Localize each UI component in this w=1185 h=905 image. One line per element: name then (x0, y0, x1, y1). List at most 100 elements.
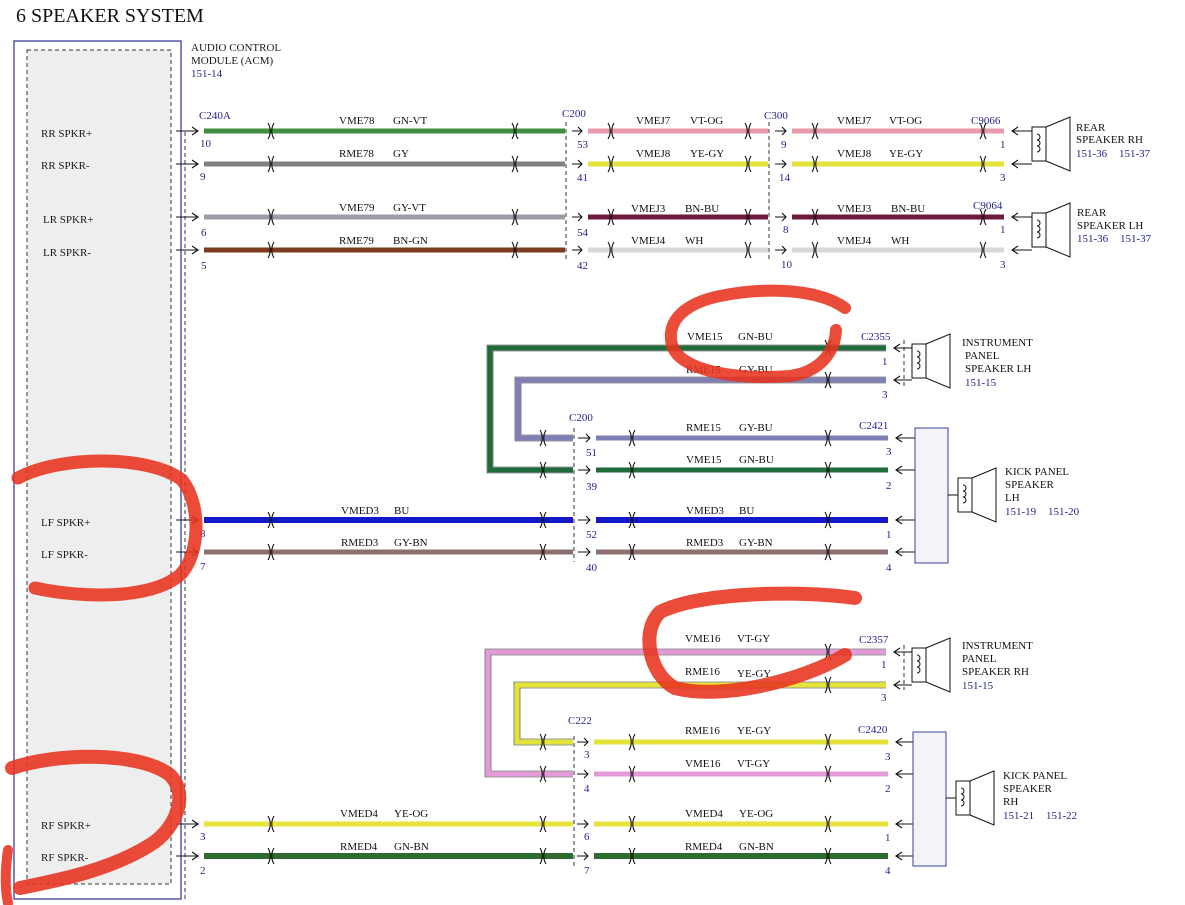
speaker-kick-lh-line2: SPEAKER (1005, 479, 1055, 491)
wire-label-color: YE-OG (739, 808, 773, 820)
pin-number: 9 (781, 139, 787, 151)
connector-c9066: C9066 (971, 115, 1001, 127)
speaker-kick-rh-line1: KICK PANEL (1003, 770, 1067, 782)
pin-number: 40 (586, 562, 598, 574)
pin-number: 3 (882, 389, 888, 401)
wire-label-color: YE-GY (690, 148, 724, 160)
speaker-ip-lh-line2: PANEL (965, 350, 1000, 362)
pin-number: 53 (577, 139, 589, 151)
pin-number: 4 (885, 865, 891, 877)
wire-label-circuit: VMEJ4 (631, 235, 666, 247)
speaker-kick-rh-line2: SPEAKER (1003, 783, 1053, 795)
pin-label-rf-spkr-neg: RF SPKR- (41, 852, 89, 864)
connector-c2421: C2421 (859, 420, 888, 432)
pin-number: 3 (584, 749, 590, 761)
pin-number: 1 (1000, 139, 1006, 151)
speaker-ip-lh-ref1: 151-15 (965, 377, 997, 389)
page-title: 6 SPEAKER SYSTEM (16, 5, 204, 27)
wire-label-circuit: VMEJ3 (631, 203, 666, 215)
pin-number: 1 (1000, 224, 1006, 236)
pin-number: 54 (577, 227, 589, 239)
connector-c2355: C2355 (861, 331, 891, 343)
pin-label-rr-spkr-neg: RR SPKR- (41, 160, 90, 172)
wire-label-circuit: VME79 (339, 202, 375, 214)
wire-label-circuit: RME78 (339, 148, 374, 160)
wire-label-circuit: RME15 (686, 422, 721, 434)
speaker-icon (911, 637, 951, 693)
speaker-rear-lh-ref2: 151-37 (1120, 233, 1152, 245)
speaker-rear-rh-line1: REAR (1076, 122, 1106, 134)
speaker-rear-rh-ref1: 151-36 (1076, 148, 1108, 160)
wire-label-circuit: RMED4 (340, 841, 378, 853)
pin-number: 5 (201, 260, 207, 272)
wire-label-color: VT-OG (690, 115, 723, 127)
wire-label-color: YE-OG (394, 808, 428, 820)
speaker-kick-rh-ref1: 151-21 (1003, 810, 1034, 822)
pin-number: 2 (885, 783, 891, 795)
wire-label-color: GY-VT (393, 202, 426, 214)
wire-label-circuit: RMED3 (686, 537, 724, 549)
wire-label-circuit: VME15 (686, 454, 722, 466)
pin-number: 42 (577, 260, 588, 272)
wire-label-circuit: VME78 (339, 115, 375, 127)
pin-number: 3 (1000, 259, 1006, 271)
speaker-ip-rh-line2: PANEL (962, 653, 997, 665)
speaker-rear-rh-line2: SPEAKER RH (1076, 134, 1143, 146)
pin-number: 3 (885, 751, 891, 763)
pin-number: 1 (885, 832, 891, 844)
wire-label-color: VT-GY (737, 758, 770, 770)
speaker-ip-rh-line1: INSTRUMENT (962, 640, 1033, 652)
pin-label-lf-spkr-pos: LF SPKR+ (41, 517, 90, 529)
speaker-kick-rh-line3: RH (1003, 796, 1018, 808)
wire-label-color: GN-BN (739, 841, 774, 853)
wire-label-circuit: VMED3 (686, 505, 724, 517)
pin-number: 51 (586, 447, 597, 459)
pin-number: 10 (781, 259, 793, 271)
speaker-rear-lh-line2: SPEAKER LH (1077, 220, 1143, 232)
pin-number: 39 (586, 481, 598, 493)
connector-c200-rear: C200 (562, 108, 586, 120)
speaker-ip-rh-ref1: 151-15 (962, 680, 994, 692)
module-name-line2: MODULE (ACM) (191, 55, 274, 67)
wire-label-circuit: VMEJ3 (837, 203, 872, 215)
pin-number: 4 (886, 562, 892, 574)
wire-label-color: BN-GN (393, 235, 428, 247)
wire-label-color: VT-OG (889, 115, 922, 127)
speaker-kick-rh-ref2: 151-22 (1046, 810, 1077, 822)
wire-label-color: VT-GY (737, 633, 770, 645)
module-name-line1: AUDIO CONTROL (191, 42, 281, 54)
wire-label-color: BN-BU (891, 203, 925, 215)
pin-number: 4 (584, 783, 590, 795)
wire-label-circuit: VMED4 (685, 808, 723, 820)
pin-number: 3 (200, 831, 206, 843)
wire-label-circuit: RME16 (685, 725, 720, 737)
pin-number: 41 (577, 172, 588, 184)
wire-label-color: YE-GY (737, 725, 771, 737)
wire-label-color: GY-BN (739, 537, 773, 549)
speaker-kick-lh-ref1: 151-19 (1005, 506, 1037, 518)
wire-label-color: GN-BN (394, 841, 429, 853)
wire-label-circuit: VMEJ7 (837, 115, 872, 127)
wire-label-color: GY-BN (394, 537, 428, 549)
wire-label-circuit: VMEJ4 (837, 235, 872, 247)
wire-label-circuit: VMED3 (341, 505, 379, 517)
speaker-rear-lh-ref1: 151-36 (1077, 233, 1109, 245)
wire-label-color: WH (891, 235, 909, 247)
pin-number: 7 (200, 561, 206, 573)
pin-number: 14 (779, 172, 791, 184)
wire-label-color: BN-BU (685, 203, 719, 215)
wire-label-circuit: VME16 (685, 633, 721, 645)
pin-label-lr-spkr-pos: LR SPKR+ (43, 214, 94, 226)
pin-number: 9 (200, 171, 206, 183)
pin-label-lr-spkr-neg: LR SPKR- (43, 247, 91, 259)
wire-label-color: GN-BU (738, 331, 773, 343)
speaker-kick-lh-line1: KICK PANEL (1005, 466, 1069, 478)
pin-number: 7 (584, 865, 590, 877)
connector-c222: C222 (568, 715, 592, 727)
module-ref: 151-14 (191, 68, 223, 80)
wire-label-circuit: RMED4 (685, 841, 723, 853)
wires (204, 128, 1004, 859)
wire-label-circuit: VME15 (687, 331, 723, 343)
pin-number: 3 (881, 692, 887, 704)
pin-number: 2 (886, 480, 892, 492)
